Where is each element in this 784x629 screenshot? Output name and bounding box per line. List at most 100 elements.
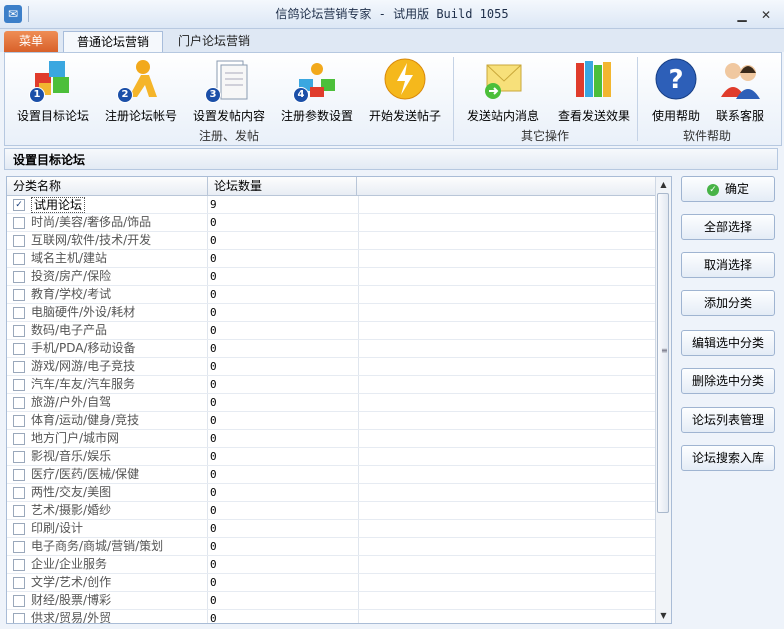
- row-checkbox[interactable]: [13, 307, 25, 319]
- category-cell[interactable]: 手机/PDA/移动设备: [7, 340, 208, 357]
- set-post-content-button[interactable]: 3 设置发帖内容: [189, 57, 269, 125]
- table-row[interactable]: 汽车/车友/汽车服务 0: [7, 376, 655, 394]
- table-row[interactable]: ✓ 试用论坛 9: [7, 196, 655, 214]
- table-row[interactable]: 游戏/网游/电子竞技 0: [7, 358, 655, 376]
- table-row[interactable]: 域名主机/建站 0: [7, 250, 655, 268]
- row-checkbox[interactable]: [13, 325, 25, 337]
- table-row[interactable]: 企业/企业服务 0: [7, 556, 655, 574]
- row-checkbox[interactable]: [13, 505, 25, 517]
- select-all-button[interactable]: 全部选择: [681, 214, 775, 240]
- table-row[interactable]: 手机/PDA/移动设备 0: [7, 340, 655, 358]
- row-checkbox[interactable]: [13, 469, 25, 481]
- category-cell[interactable]: 文学/艺术/创作: [7, 574, 208, 591]
- register-account-button[interactable]: 2 注册论坛帐号: [101, 57, 181, 125]
- category-cell[interactable]: 域名主机/建站: [7, 250, 208, 267]
- scroll-down-icon[interactable]: ▼: [656, 608, 671, 623]
- row-checkbox[interactable]: [13, 217, 25, 229]
- table-row[interactable]: 电子商务/商城/营销/策划 0: [7, 538, 655, 556]
- vertical-scrollbar[interactable]: ▲ ≡ ▼: [655, 177, 671, 623]
- table-row[interactable]: 电脑硬件/外设/耗材 0: [7, 304, 655, 322]
- category-cell[interactable]: 电脑硬件/外设/耗材: [7, 304, 208, 321]
- category-cell[interactable]: 医疗/医药/医械/保健: [7, 466, 208, 483]
- start-posting-button[interactable]: 开始发送帖子: [365, 57, 445, 125]
- table-row[interactable]: 文学/艺术/创作 0: [7, 574, 655, 592]
- category-cell[interactable]: 投资/房产/保险: [7, 268, 208, 285]
- row-checkbox[interactable]: [13, 397, 25, 409]
- row-checkbox[interactable]: [13, 613, 25, 623]
- send-message-button[interactable]: 发送站内消息: [461, 57, 545, 125]
- table-row[interactable]: 两性/交友/美图 0: [7, 484, 655, 502]
- set-target-forum-button[interactable]: 1 设置目标论坛: [13, 57, 93, 125]
- table-row[interactable]: 医疗/医药/医械/保健 0: [7, 466, 655, 484]
- add-category-button[interactable]: 添加分类: [681, 290, 775, 316]
- row-checkbox[interactable]: [13, 343, 25, 355]
- category-cell[interactable]: 旅游/户外/自驾: [7, 394, 208, 411]
- confirm-button[interactable]: ✓ 确定: [681, 176, 775, 202]
- table-row[interactable]: 体育/运动/健身/竞技 0: [7, 412, 655, 430]
- row-checkbox[interactable]: [13, 577, 25, 589]
- row-checkbox[interactable]: [13, 487, 25, 499]
- row-checkbox[interactable]: [13, 559, 25, 571]
- category-cell[interactable]: 财经/股票/博彩: [7, 592, 208, 609]
- table-row[interactable]: 旅游/户外/自驾 0: [7, 394, 655, 412]
- row-checkbox[interactable]: [13, 271, 25, 283]
- table-row[interactable]: 数码/电子产品 0: [7, 322, 655, 340]
- table-row[interactable]: 投资/房产/保险 0: [7, 268, 655, 286]
- table-row[interactable]: 地方门户/城市网 0: [7, 430, 655, 448]
- category-cell[interactable]: 时尚/美容/奢侈品/饰品: [7, 214, 208, 231]
- row-checkbox[interactable]: [13, 289, 25, 301]
- row-checkbox[interactable]: [13, 415, 25, 427]
- category-cell[interactable]: 艺术/摄影/婚纱: [7, 502, 208, 519]
- table-row[interactable]: 印刷/设计 0: [7, 520, 655, 538]
- table-row[interactable]: 艺术/摄影/婚纱 0: [7, 502, 655, 520]
- scroll-up-icon[interactable]: ▲: [656, 177, 671, 192]
- forum-list-manage-button[interactable]: 论坛列表管理: [681, 407, 775, 433]
- table-row[interactable]: 教育/学校/考试 0: [7, 286, 655, 304]
- category-cell[interactable]: 电子商务/商城/营销/策划: [7, 538, 208, 555]
- row-checkbox[interactable]: [13, 379, 25, 391]
- contact-support-button[interactable]: 联系客服: [709, 57, 771, 125]
- delete-category-button[interactable]: 删除选中分类: [681, 368, 775, 394]
- deselect-button[interactable]: 取消选择: [681, 252, 775, 278]
- table-row[interactable]: 互联网/软件/技术/开发 0: [7, 232, 655, 250]
- table-row[interactable]: 供求/贸易/外贸 0: [7, 610, 655, 623]
- row-checkbox[interactable]: [13, 361, 25, 373]
- category-cell[interactable]: 印刷/设计: [7, 520, 208, 537]
- tab-normal-forum[interactable]: 普通论坛营销: [63, 31, 163, 53]
- row-checkbox[interactable]: [13, 451, 25, 463]
- minimize-icon[interactable]: ▁: [735, 8, 749, 22]
- table-row[interactable]: 时尚/美容/奢侈品/饰品 0: [7, 214, 655, 232]
- category-cell[interactable]: 游戏/网游/电子竞技: [7, 358, 208, 375]
- scroll-thumb[interactable]: ≡: [657, 193, 669, 513]
- row-checkbox[interactable]: [13, 523, 25, 535]
- edit-category-button[interactable]: 编辑选中分类: [681, 330, 775, 356]
- category-cell[interactable]: 企业/企业服务: [7, 556, 208, 573]
- category-cell[interactable]: 两性/交友/美图: [7, 484, 208, 501]
- category-cell[interactable]: 汽车/车友/汽车服务: [7, 376, 208, 393]
- tab-portal-forum[interactable]: 门户论坛营销: [166, 31, 262, 52]
- category-cell[interactable]: 地方门户/城市网: [7, 430, 208, 447]
- category-cell[interactable]: 互联网/软件/技术/开发: [7, 232, 208, 249]
- menu-button[interactable]: 菜单: [4, 31, 58, 52]
- table-row[interactable]: 财经/股票/博彩 0: [7, 592, 655, 610]
- column-header-count[interactable]: 论坛数量: [208, 177, 357, 195]
- column-header-category[interactable]: 分类名称: [7, 177, 208, 195]
- row-checkbox[interactable]: [13, 253, 25, 265]
- category-cell[interactable]: 体育/运动/健身/竞技: [7, 412, 208, 429]
- row-checkbox[interactable]: [13, 235, 25, 247]
- row-checkbox[interactable]: [13, 595, 25, 607]
- view-results-button[interactable]: 查看发送效果: [551, 57, 637, 125]
- close-icon[interactable]: ✕: [759, 8, 773, 22]
- category-cell[interactable]: 教育/学校/考试: [7, 286, 208, 303]
- row-checkbox[interactable]: [13, 433, 25, 445]
- register-settings-button[interactable]: 4 注册参数设置: [275, 57, 359, 125]
- row-checkbox[interactable]: ✓: [13, 199, 25, 211]
- category-cell[interactable]: 影视/音乐/娱乐: [7, 448, 208, 465]
- row-checkbox[interactable]: [13, 541, 25, 553]
- help-button[interactable]: ? 使用帮助: [645, 57, 707, 125]
- category-cell[interactable]: ✓ 试用论坛: [7, 196, 208, 213]
- category-cell[interactable]: 数码/电子产品: [7, 322, 208, 339]
- category-cell[interactable]: 供求/贸易/外贸: [7, 610, 208, 623]
- table-row[interactable]: 影视/音乐/娱乐 0: [7, 448, 655, 466]
- forum-search-import-button[interactable]: 论坛搜索入库: [681, 445, 775, 471]
